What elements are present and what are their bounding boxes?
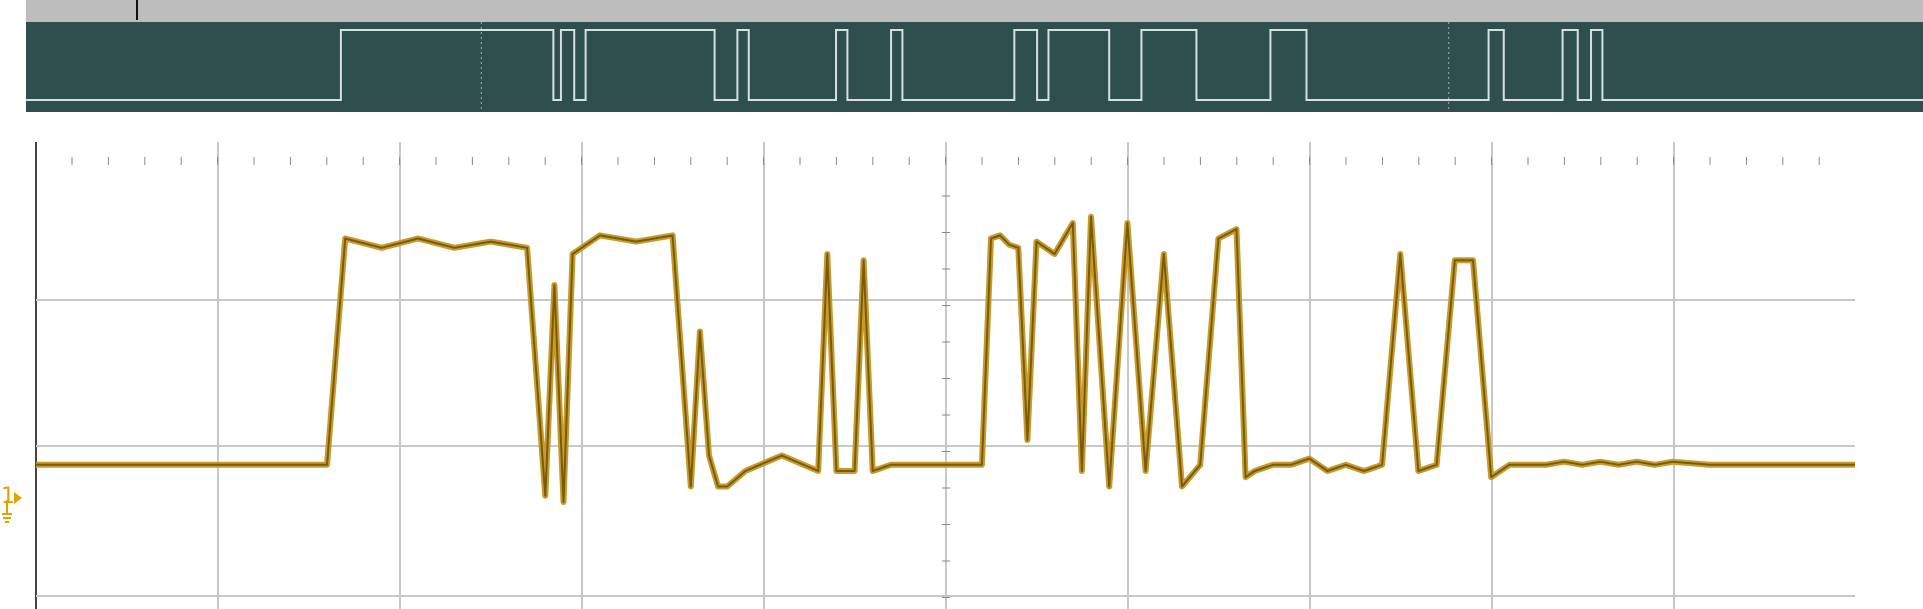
digital-waveform: [26, 22, 1923, 112]
digital-trace: [26, 29, 1923, 101]
analog-waveform-plot: [35, 142, 1855, 609]
digital-channel-lane: [26, 22, 1923, 112]
time-cursor-marker[interactable]: [136, 0, 138, 20]
digital-header-strip: [26, 0, 1923, 22]
ground-arrow-icon[interactable]: [0, 484, 30, 524]
analog-scope-view: 1: [0, 132, 1923, 609]
